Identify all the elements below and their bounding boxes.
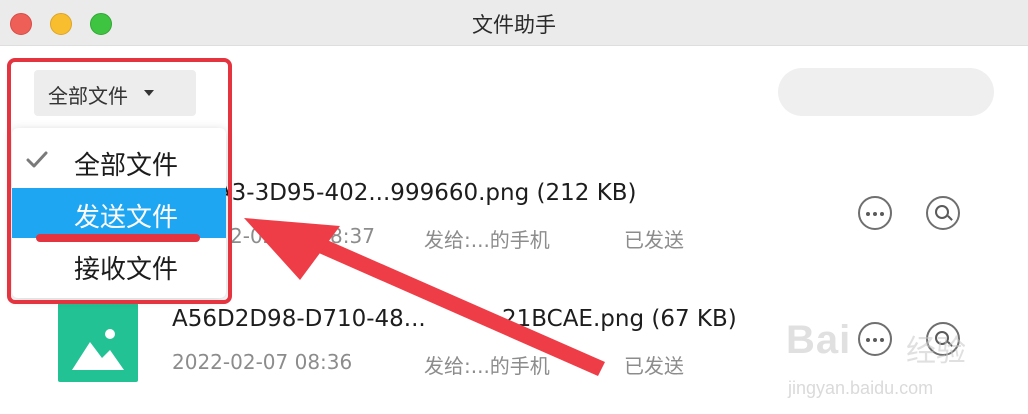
image-file-icon — [58, 300, 138, 382]
annotation-underline — [36, 234, 200, 242]
caret-down-icon — [144, 90, 154, 96]
filter-label: 全部文件 — [48, 84, 128, 108]
watermark-brand: Bai — [786, 318, 852, 362]
ellipsis-icon — [866, 212, 884, 216]
menu-item-received-files[interactable]: 接收文件 — [12, 240, 226, 290]
menu-item-all-files[interactable]: 全部文件 — [12, 136, 226, 186]
menu-item-sent-files[interactable]: 发送文件 — [12, 188, 226, 238]
watermark-url: jingyan.baidu.com — [788, 378, 934, 398]
menu-item-label: 接收文件 — [74, 255, 179, 285]
menu-item-label: 发送文件 — [74, 203, 179, 233]
file-recipient: 发给:...的手机 — [424, 228, 550, 252]
baidu-watermark: Bai 经验 jingyan.baidu.com — [786, 300, 1006, 400]
checkmark-icon — [26, 151, 48, 168]
filter-menu: 全部文件 发送文件 接收文件 — [12, 128, 226, 298]
file-recipient: 发给:...的手机 — [424, 354, 550, 378]
window-title: 文件助手 — [472, 13, 556, 37]
more-options-button[interactable] — [858, 196, 892, 230]
watermark-cn: 经验 — [906, 334, 966, 369]
file-name: 981A3-3D95-402...999660.png (212 KB) — [172, 180, 637, 206]
search-input[interactable] — [778, 68, 994, 116]
file-name: A56D2D98-D710-48... 21BCAE.png (67 KB) — [172, 306, 737, 332]
file-time: 2022-02-07 08:36 — [172, 350, 353, 374]
title-bar: 文件助手 — [0, 0, 1028, 46]
file-status: 已发送 — [624, 228, 684, 252]
file-filter-dropdown[interactable]: 全部文件 — [34, 70, 196, 116]
file-status: 已发送 — [624, 354, 684, 378]
menu-item-label: 全部文件 — [74, 151, 179, 181]
open-file-button[interactable] — [926, 196, 960, 230]
